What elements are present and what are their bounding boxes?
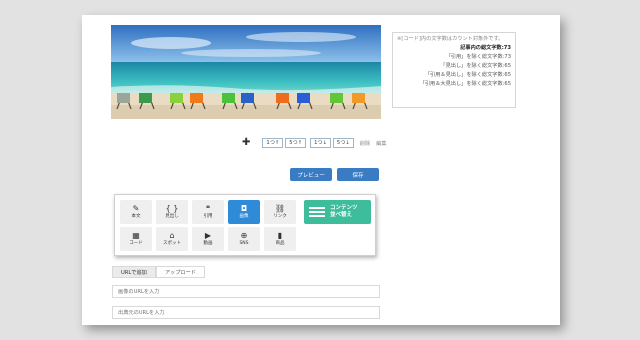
tool-product[interactable]: ▮ 商品 [264, 227, 296, 251]
tab-url[interactable]: URLで追加 [112, 266, 156, 278]
count-excl-heading: 「見出し」を除く総文字数:65 [440, 63, 511, 69]
move-down-1-button[interactable]: 1つ↓ [310, 138, 331, 148]
tool-label: リンク [273, 214, 287, 219]
block-controls: ✚ 1つ↑ 5つ↑ 1つ↓ 5つ↓ 削除 編集 [242, 137, 387, 149]
content-sort-button[interactable]: コンテンツ 並べ替え [304, 200, 371, 224]
tool-code[interactable]: ▦ コード [120, 227, 152, 251]
tool-sns[interactable]: ⊕ SNS [228, 227, 260, 251]
image-source-tabs: URLで追加 アップロード [112, 266, 205, 278]
tool-link[interactable]: ⛓ リンク [264, 200, 296, 224]
count-excl-quote-heading: 「引用＆見出し」を除く総文字数:65 [424, 72, 511, 78]
plus-icon[interactable]: ✚ [242, 138, 250, 148]
move-up-5-button[interactable]: 5つ↑ [285, 138, 307, 148]
preview-button[interactable]: プレビュー [290, 168, 332, 181]
sort-label-line2: 並べ替え [330, 212, 353, 218]
tool-label: 本文 [131, 214, 141, 219]
move-up-1-button[interactable]: 1つ↑ [262, 138, 284, 148]
tool-label: 見出し [165, 214, 179, 219]
tool-body-text[interactable]: ✎ 本文 [120, 200, 152, 224]
tool-label: SNS [239, 241, 249, 246]
quote-icon: ❝ [205, 204, 211, 213]
count-excl-quote: 「引用」を除く総文字数:73 [445, 54, 511, 60]
tool-quote[interactable]: ❝ 引用 [192, 200, 224, 224]
source-url-input[interactable] [112, 306, 380, 319]
camera-icon: ◘ [240, 204, 248, 213]
editor-card: ※[コード]内の文字数はカウント対象外です。 記事内の総文字数:73 「引用」を… [82, 15, 560, 325]
tool-heading[interactable]: { } 見出し [156, 200, 188, 224]
edit-link[interactable]: 編集 [376, 140, 386, 147]
count-note: ※[コード]内の文字数はカウント対象外です。 [397, 36, 504, 42]
sort-list-icon [309, 207, 325, 217]
beach-image [111, 25, 381, 119]
move-down-5-button[interactable]: 5つ↓ [332, 138, 354, 148]
character-count-panel: ※[コード]内の文字数はカウント対象外です。 記事内の総文字数:73 「引用」を… [392, 32, 516, 108]
tool-label: 動画 [203, 241, 213, 246]
sort-label-line1: コンテンツ [330, 205, 358, 211]
pencil-icon: ✎ [132, 204, 140, 213]
tool-spot[interactable]: ⌂ スポット [156, 227, 188, 251]
tab-upload[interactable]: アップロード [155, 266, 205, 278]
image-url-input[interactable] [112, 285, 380, 298]
count-excl-quote-large-heading: 「引用＆大見出し」を除く総文字数:65 [419, 81, 511, 87]
sns-icon: ⊕ [240, 231, 248, 240]
tool-video[interactable]: ▶ 動画 [192, 227, 224, 251]
video-icon: ▶ [204, 231, 212, 240]
spot-icon: ⌂ [169, 231, 175, 240]
tool-label: 商品 [275, 241, 285, 246]
tool-image[interactable]: ◘ 画像 [228, 200, 260, 224]
tool-label: コード [129, 241, 143, 246]
delete-link[interactable]: 削除 [360, 140, 370, 147]
tool-label: 引用 [203, 214, 213, 219]
total-count: 記事内の総文字数:73 [460, 45, 511, 51]
product-icon: ▮ [277, 231, 283, 240]
tool-label: 画像 [239, 214, 249, 219]
link-icon: ⛓ [274, 204, 286, 213]
save-button[interactable]: 保存 [337, 168, 379, 181]
tool-label: スポット [163, 241, 181, 246]
content-tool-palette: ✎ 本文 { } 見出し ❝ 引用 ◘ 画像 ⛓ リンク ▦ コード ⌂ スポッ… [114, 194, 376, 256]
code-icon: ▦ [132, 231, 140, 240]
braces-icon: { } [165, 204, 179, 213]
